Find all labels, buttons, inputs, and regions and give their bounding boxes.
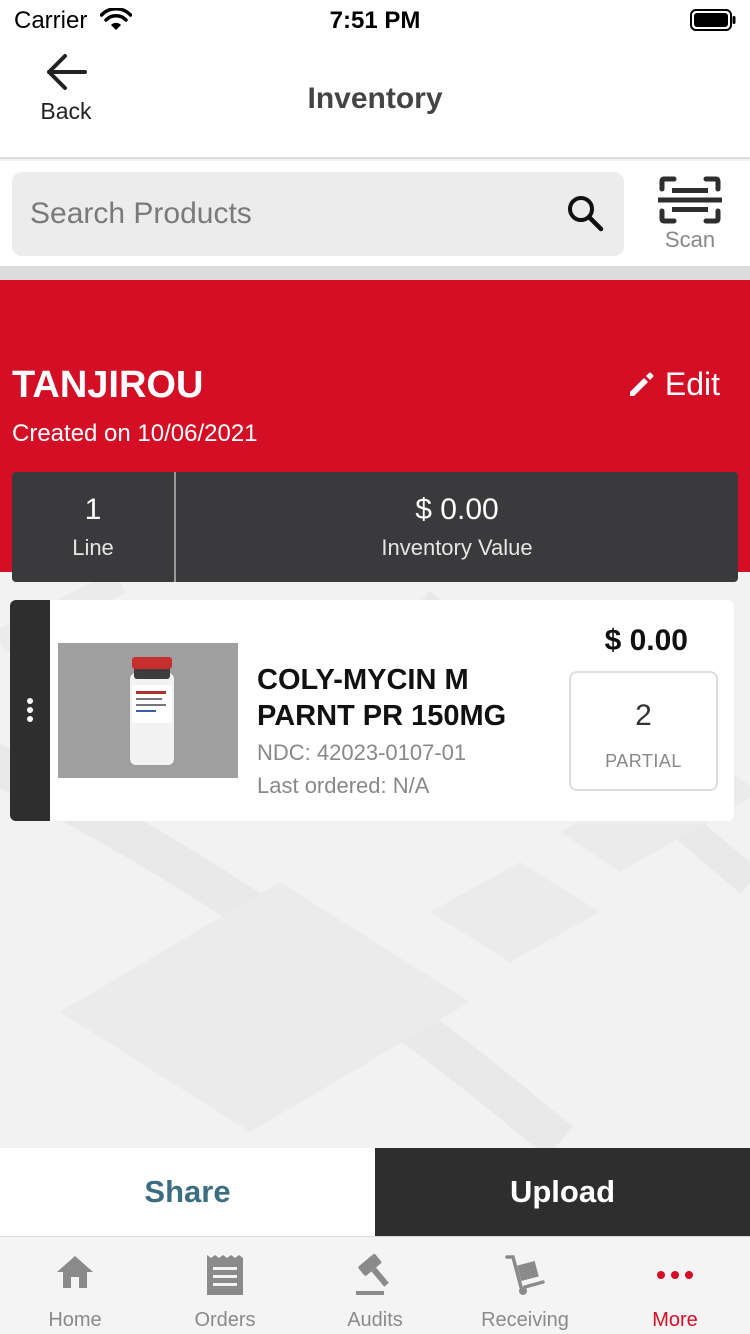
tab-audits[interactable]: Audits <box>300 1237 450 1334</box>
tab-bar: Home Orders Audits Receiving More <box>0 1236 750 1334</box>
inventory-value-label: Inventory Value <box>381 535 533 560</box>
edit-label: Edit <box>664 366 720 402</box>
product-ndc: NDC: 42023-0107-01 <box>257 740 467 765</box>
receipt-icon <box>207 1255 243 1295</box>
product-card[interactable]: COLY-MYCIN M PARNT PR 150MG NDC: 42023-0… <box>10 600 734 821</box>
edit-button[interactable]: Edit <box>627 366 720 403</box>
action-bar: Share Upload <box>0 1148 750 1236</box>
search-box <box>12 172 624 256</box>
inventory-value-amount: $ 0.00 <box>415 493 499 526</box>
search-input[interactable] <box>30 172 550 256</box>
quantity-unit: PARTIAL <box>605 751 682 771</box>
more-dots-icon <box>657 1271 693 1279</box>
back-label: Back <box>40 98 92 124</box>
arrow-left-icon <box>47 54 87 90</box>
status-bar: Carrier 7:51 PM <box>0 0 750 40</box>
divider <box>0 266 750 280</box>
kebab-dot <box>27 716 33 722</box>
tab-more-label: More <box>652 1309 698 1331</box>
back-button[interactable]: Back <box>26 52 106 142</box>
kebab-dot <box>27 698 33 704</box>
upload-button[interactable]: Upload <box>375 1148 750 1236</box>
tab-home-label: Home <box>48 1309 102 1331</box>
nav-bar: Back Inventory <box>0 40 750 159</box>
kebab-dot <box>27 707 33 713</box>
barcode-scan-icon <box>658 176 722 224</box>
tab-receiving-label: Receiving <box>481 1309 569 1331</box>
dolly-icon <box>505 1255 545 1295</box>
tab-home[interactable]: Home <box>0 1237 150 1334</box>
product-image <box>58 643 238 778</box>
tab-audits-label: Audits <box>347 1309 403 1331</box>
product-last-ordered: Last ordered: N/A <box>257 773 430 798</box>
battery-icon <box>690 9 736 31</box>
product-name[interactable]: COLY-MYCIN M PARNT PR 150MG <box>257 662 557 734</box>
share-button[interactable]: Share <box>0 1148 375 1236</box>
page-title: Inventory <box>307 82 443 115</box>
pencil-icon <box>629 372 654 396</box>
line-count-value: 1 <box>84 493 102 526</box>
inventory-name: TANJIROU <box>12 364 204 406</box>
product-price: $ 0.00 <box>604 624 688 657</box>
line-count: 1 Line <box>12 472 176 582</box>
search-row: Scan <box>0 161 750 266</box>
inventory-summary: 1 Line $ 0.00 Inventory Value <box>12 472 738 582</box>
tab-receiving[interactable]: Receiving <box>450 1237 600 1334</box>
quantity-field[interactable]: 2 PARTIAL <box>569 671 718 791</box>
tab-orders[interactable]: Orders <box>150 1237 300 1334</box>
inventory-value: $ 0.00 Inventory Value <box>176 472 738 582</box>
scan-button[interactable]: Scan <box>650 175 730 255</box>
scan-label: Scan <box>664 227 716 252</box>
tab-orders-label: Orders <box>194 1309 256 1331</box>
quantity-value: 2 <box>635 699 652 732</box>
status-time: 7:51 PM <box>329 7 421 34</box>
search-icon[interactable] <box>566 194 604 232</box>
home-icon <box>57 1256 93 1288</box>
tab-more[interactable]: More <box>600 1237 750 1334</box>
gavel-icon <box>356 1254 389 1295</box>
item-options-handle[interactable] <box>10 600 50 821</box>
line-count-label: Line <box>72 535 114 560</box>
created-date: Created on 10/06/2021 <box>12 420 258 447</box>
